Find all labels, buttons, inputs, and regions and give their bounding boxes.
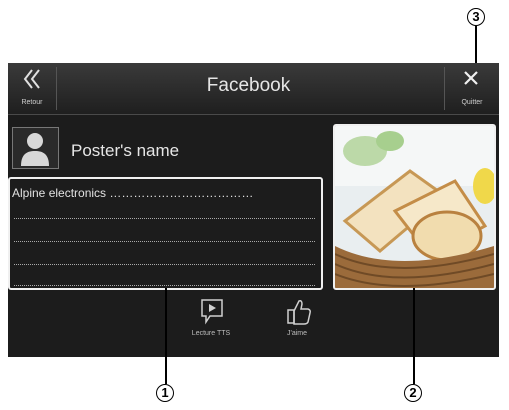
thumbs-up-icon [287,300,311,325]
callout-3-line [475,26,477,68]
post-text-line: Alpine electronics ……………………………… [12,186,254,200]
page-title: Facebook [206,75,291,96]
back-label: Retour [21,99,43,106]
post-image[interactable] [333,124,496,290]
quit-label: Quitter [461,99,483,106]
poster-name: Poster's name [71,141,180,160]
callout-3: 3 [467,8,485,26]
like-label: J'aime [286,330,307,337]
callout-2-line [413,288,415,384]
callout-2: 2 [404,384,422,402]
post-text-area[interactable]: Alpine electronics ……………………………… [8,177,323,290]
back-button[interactable]: Retour [8,63,56,114]
close-icon [464,71,478,85]
lecture-tts-button[interactable]: Lecture TTS [181,296,241,344]
quit-button[interactable]: Quitter [445,63,499,114]
top-bar: Retour Facebook Quitter [8,63,499,115]
back-chevron-icon [23,69,40,89]
device-screen: Retour Facebook Quitter Poster's name Al… [8,63,499,357]
play-speech-icon [201,299,223,325]
text-line-placeholder [14,285,315,286]
callout-1-line [165,288,167,384]
avatar [12,127,59,169]
text-line-placeholder [14,264,315,265]
text-line-placeholder [14,218,315,219]
bread-photo [335,126,494,288]
callout-1: 1 [156,384,174,402]
lecture-tts-label: Lecture TTS [191,330,231,337]
person-icon [21,133,49,166]
text-line-placeholder [14,241,315,242]
like-button[interactable]: J'aime [267,296,327,344]
